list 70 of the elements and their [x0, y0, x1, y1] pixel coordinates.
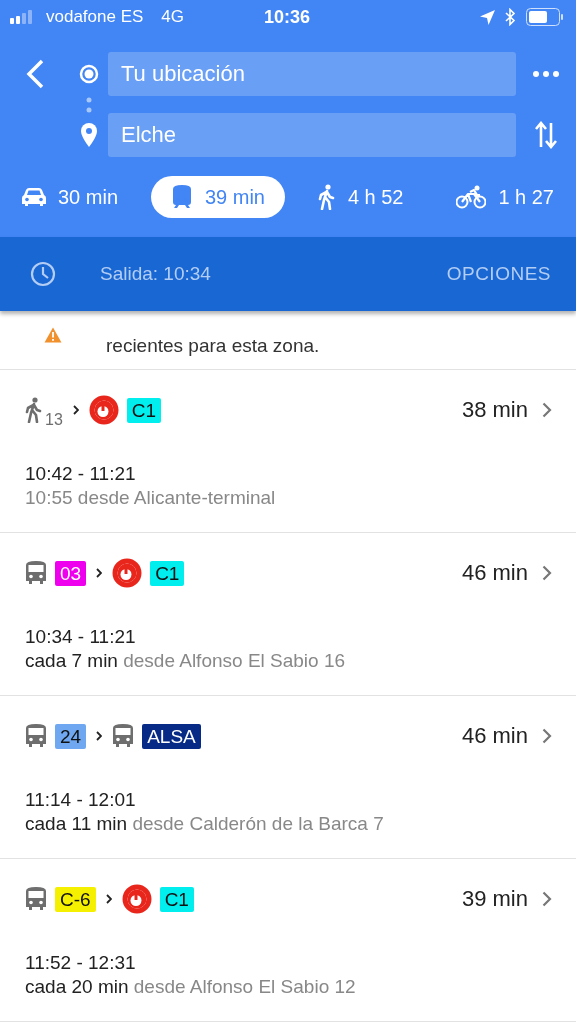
- pin-icon: [81, 123, 97, 147]
- clock-icon[interactable]: [30, 261, 56, 287]
- options-link[interactable]: OPCIONES: [446, 263, 551, 285]
- chevron-right-icon: [542, 891, 552, 907]
- line-badge: C1: [126, 397, 162, 423]
- chevron-icon: [72, 405, 79, 415]
- chevron-icon: [105, 894, 112, 904]
- route-option[interactable]: 03 C1 46 min 10:34 - 11:21 cada 7 min desde Alfonso El Sabio 16: [0, 533, 576, 696]
- rail-logo-icon: [88, 395, 119, 425]
- travel-mode-tab[interactable]: 30 min: [22, 176, 139, 218]
- travel-mode-tab[interactable]: 1 h 27: [436, 176, 554, 218]
- bluetooth-icon: [505, 8, 516, 26]
- line-badge: C-6: [55, 886, 96, 912]
- route-option[interactable]: 24 ALSA 46 min 11:14 - 12:01 cada 11 min desde Calderón de la Barca 7: [0, 696, 576, 859]
- notice-text: recientes para esta zona.: [106, 335, 320, 357]
- route-times: 11:52 - 12:31: [25, 951, 137, 975]
- travel-mode-tab[interactable]: 39 min: [150, 176, 285, 218]
- origin-field[interactable]: Tu ubicación: [108, 52, 516, 96]
- battery-icon: [526, 8, 564, 26]
- chevron-icon: [96, 731, 103, 741]
- route-frequency: cada 20 min: [25, 976, 129, 997]
- route-times: 10:42 - 11:21: [25, 462, 137, 486]
- swap-icon[interactable]: [535, 121, 557, 149]
- car-icon: [22, 187, 46, 207]
- route-origin: 10:55 desde Alicante-terminal: [25, 487, 276, 508]
- walk-minutes: 13: [45, 411, 63, 429]
- route-origin: desde Calderón de la Barca 7: [131, 813, 384, 834]
- route-origin: desde Alfonso El Sabio 16: [122, 650, 346, 671]
- back-icon[interactable]: [26, 59, 44, 89]
- rail-logo-icon: [121, 884, 152, 914]
- line-badge: C1: [159, 886, 194, 912]
- bicycle-icon: [456, 185, 487, 209]
- bus-icon: [25, 561, 47, 585]
- chevron-icon: [96, 568, 103, 578]
- route-times: 10:34 - 11:21: [25, 625, 137, 649]
- walking-person-icon: [317, 184, 336, 210]
- rail-logo-icon: [112, 558, 143, 588]
- line-badge: ALSA: [142, 723, 201, 749]
- chevron-right-icon: [542, 402, 552, 418]
- departure-time[interactable]: Salida: 10:34: [100, 263, 447, 285]
- route-times: 11:14 - 12:01: [25, 788, 137, 812]
- route-duration: 39 min: [461, 886, 528, 912]
- route-option[interactable]: C-6 C1 39 min 11:52 - 12:31 cada 20 min desde Alfonso El Sabio 12: [0, 859, 576, 1022]
- network-type: 4G: [161, 7, 185, 27]
- train-icon: [170, 185, 193, 209]
- route-origin: desde Alfonso El Sabio 12: [132, 976, 356, 997]
- clock-time: 10:36: [264, 6, 311, 28]
- bus-icon: [25, 887, 47, 911]
- route-frequency: cada 7 min: [25, 650, 118, 671]
- route-duration: 38 min: [461, 397, 528, 423]
- origin-dot-icon: [79, 64, 99, 84]
- location-arrow-icon: [480, 9, 495, 25]
- line-badge: C1: [150, 560, 185, 586]
- chevron-right-icon: [542, 728, 552, 744]
- line-badge: 24: [55, 723, 87, 749]
- route-dots-icon: [86, 96, 92, 113]
- line-badge: 03: [55, 560, 87, 586]
- route-frequency: cada 11 min: [25, 813, 128, 834]
- bus-icon: [25, 724, 47, 748]
- chevron-right-icon: [542, 565, 552, 581]
- bus-icon: [112, 724, 135, 748]
- route-duration: 46 min: [461, 560, 528, 586]
- carrier-name: vodafone ES: [46, 7, 144, 27]
- travel-mode-tab[interactable]: 4 h 52: [297, 176, 424, 218]
- route-duration: 46 min: [461, 723, 528, 749]
- more-icon[interactable]: [533, 71, 559, 77]
- route-option[interactable]: 13 C1 38 min 10:42 - 11:21 10:55 desde Alicante-terminal: [0, 370, 576, 533]
- warning-icon: [44, 327, 62, 343]
- destination-field[interactable]: Elche: [108, 113, 516, 157]
- walk-icon: [25, 397, 43, 423]
